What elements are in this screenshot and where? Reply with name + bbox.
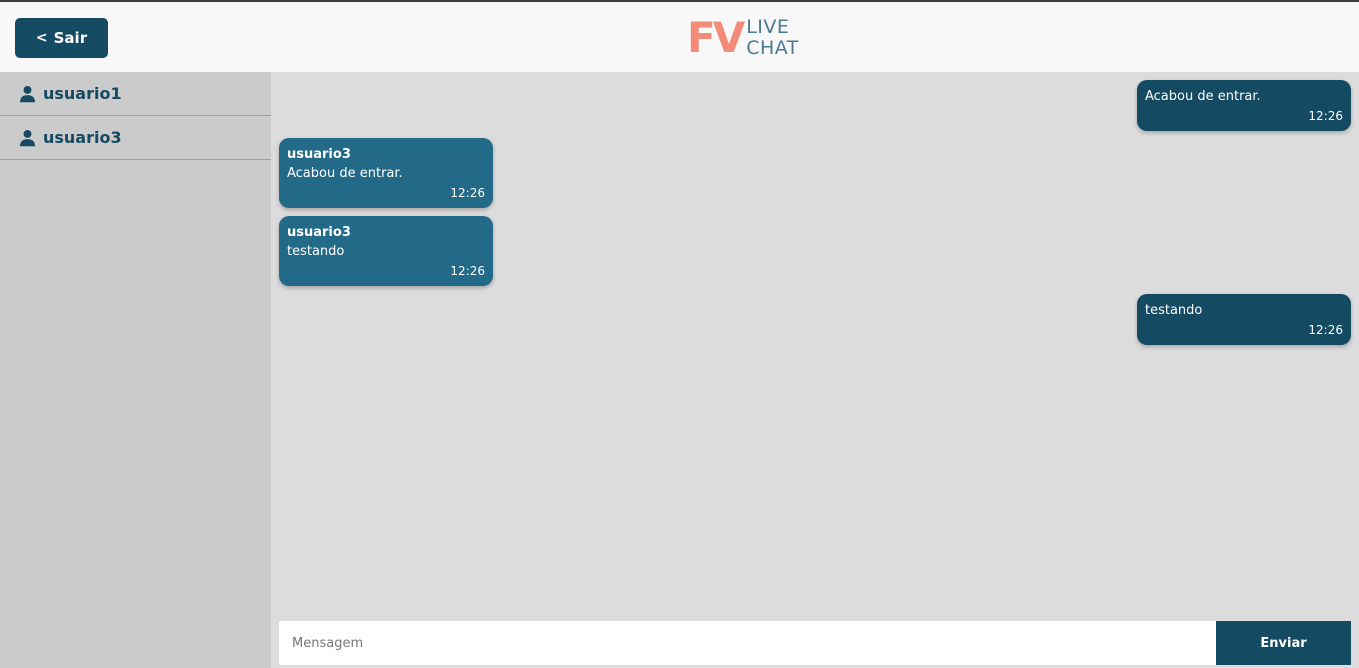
send-button[interactable]: Enviar bbox=[1216, 621, 1351, 665]
message-text: testando bbox=[1145, 303, 1203, 318]
message-text: testando bbox=[287, 244, 345, 259]
message-sender: usuario3 bbox=[287, 147, 351, 162]
header: < Sair FV LIVE CHAT bbox=[0, 2, 1359, 72]
exit-button-label: Sair bbox=[53, 29, 88, 47]
message-time: 12:26 bbox=[1308, 323, 1343, 337]
user-list-sidebar: usuario1 usuario3 bbox=[0, 72, 271, 668]
user-icon bbox=[19, 129, 36, 147]
message-composer: Enviar bbox=[279, 621, 1351, 665]
message-bubble-own: Acabou de entrar. 12:26 bbox=[1137, 80, 1351, 131]
message-input[interactable] bbox=[279, 621, 1216, 665]
user-name: usuario1 bbox=[43, 84, 122, 103]
logo: FV LIVE CHAT bbox=[687, 16, 799, 60]
message-bubble-other: usuario3 testando 12:26 bbox=[279, 216, 493, 286]
message-time: 12:26 bbox=[1308, 109, 1343, 123]
user-list-item[interactable]: usuario1 bbox=[0, 72, 271, 116]
message-bubble-own: testando 12:26 bbox=[1137, 294, 1351, 345]
chat-area: Acabou de entrar. 12:26 usuario3 Acabou … bbox=[271, 72, 1359, 668]
message-text: Acabou de entrar. bbox=[1145, 89, 1261, 104]
logo-line-1: LIVE bbox=[746, 16, 790, 38]
logo-text: LIVE CHAT bbox=[746, 17, 799, 59]
message-text: Acabou de entrar. bbox=[287, 166, 403, 181]
user-icon bbox=[19, 85, 36, 103]
message-sender: usuario3 bbox=[287, 225, 351, 240]
user-name: usuario3 bbox=[43, 128, 122, 147]
message-time: 12:26 bbox=[450, 186, 485, 200]
user-list-item[interactable]: usuario3 bbox=[0, 116, 271, 160]
chevron-left-icon: < bbox=[35, 30, 48, 46]
logo-mark: FV bbox=[687, 13, 745, 62]
exit-button[interactable]: < Sair bbox=[15, 18, 108, 58]
message-time: 12:26 bbox=[450, 264, 485, 278]
logo-line-2: CHAT bbox=[746, 37, 799, 59]
message-bubble-other: usuario3 Acabou de entrar. 12:26 bbox=[279, 138, 493, 208]
